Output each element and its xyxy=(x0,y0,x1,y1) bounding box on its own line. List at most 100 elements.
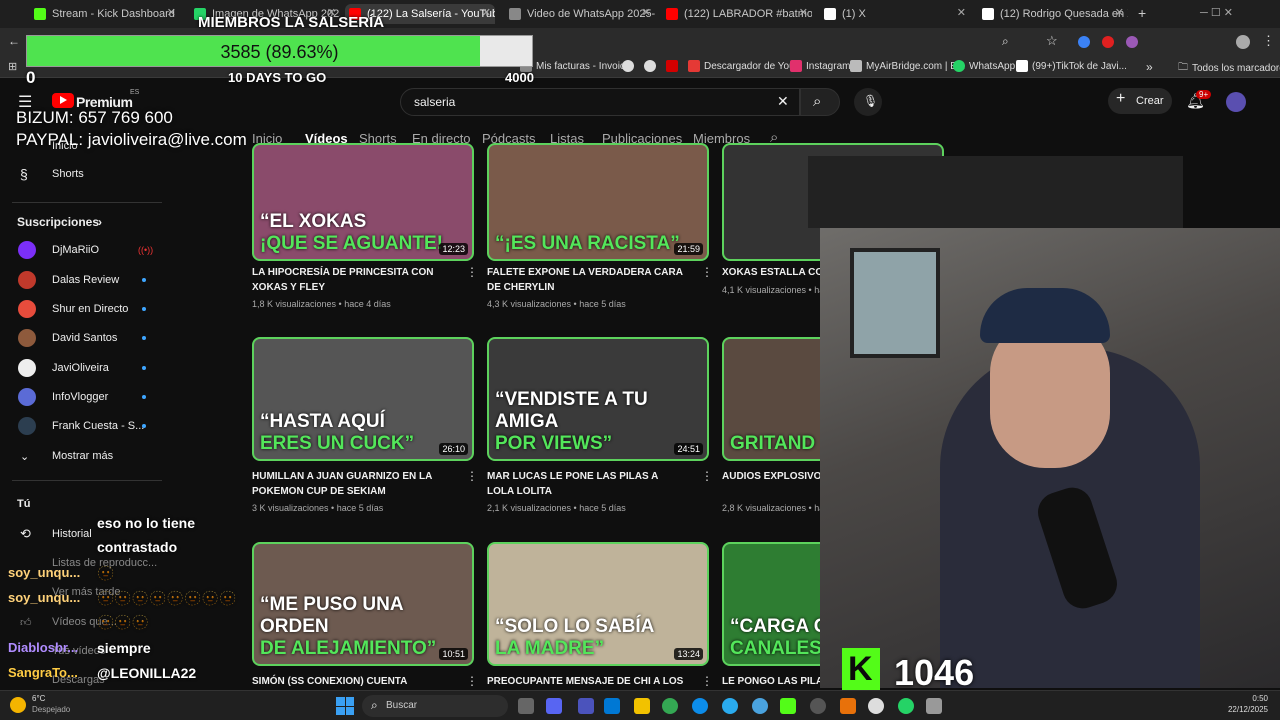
star-icon[interactable]: ☆ xyxy=(1046,33,1058,49)
create-button[interactable]: + Crear xyxy=(1108,88,1172,114)
weather-icon[interactable] xyxy=(10,697,26,713)
weather-desc: Despejado xyxy=(32,705,71,714)
taskbar-search[interactable]: ⌕ Buscar xyxy=(362,695,508,717)
new-content-dot xyxy=(142,395,146,399)
video-thumbnail[interactable]: “¡ES UNA RACISTA” 21:59 xyxy=(487,143,709,261)
video-meta: 4,3 K visualizaciones • hace 5 días xyxy=(487,299,626,309)
whatsapp-icon[interactable] xyxy=(898,698,914,714)
video-thumbnail[interactable]: “SOLO LO SABÍA LA MADRE” 13:24 xyxy=(487,542,709,666)
kick-icon xyxy=(34,8,46,20)
chrome-icon[interactable] xyxy=(662,698,678,714)
video-title[interactable]: MAR LUCAS LE PONE LAS PILAS A LOLA LOLIT… xyxy=(487,469,687,499)
youtube-logo-icon[interactable] xyxy=(52,93,74,108)
more-actions-icon[interactable]: ⋮ xyxy=(701,469,713,483)
browser-tab[interactable]: (122) LABRADOR #batmowli C✕ xyxy=(662,4,812,24)
close-icon[interactable]: ✕ xyxy=(642,6,651,19)
edge-icon[interactable] xyxy=(692,698,708,714)
clock-time: 0:50 xyxy=(1252,694,1268,703)
sidebar-you-header[interactable]: Tú xyxy=(0,490,170,518)
bookmark[interactable]: (99+)TikTok de Javi... xyxy=(1016,60,1127,72)
bookmark[interactable] xyxy=(644,60,656,72)
video-duration: 13:24 xyxy=(674,648,703,660)
browser-tab[interactable]: Stream - Kick Dashboard ✕ xyxy=(30,4,180,24)
thumbnail-caption: LA MADRE” xyxy=(495,638,605,659)
apps-icon[interactable]: ⊞ xyxy=(8,60,17,73)
app-icon[interactable] xyxy=(840,698,856,714)
browser-tab[interactable]: (12) Rodrigo Quesada en X: "P✕ xyxy=(978,4,1128,24)
more-actions-icon[interactable]: ⋮ xyxy=(466,674,478,688)
app-icon[interactable] xyxy=(926,698,942,714)
video-title[interactable]: LA HIPOCRESÍA DE PRINCESITA CON XOKAS Y … xyxy=(252,265,452,295)
bookmark[interactable] xyxy=(666,60,678,72)
browser-tab[interactable]: Video de WhatsApp 2025-12-1✕ xyxy=(505,4,655,24)
sidebar-item-javioliveira[interactable]: JaviOliveira xyxy=(0,354,170,382)
menu-icon[interactable]: ⋮ xyxy=(1262,33,1275,49)
sidebar-item-shorts[interactable]: § Shorts xyxy=(0,160,170,188)
globe-icon[interactable] xyxy=(752,698,768,714)
extension-icon[interactable] xyxy=(1126,36,1138,48)
video-title[interactable]: FALETE EXPONE LA VERDADERA CARA DE CHERY… xyxy=(487,265,687,295)
bookmark[interactable]: MyAirBridge.com | E... xyxy=(850,60,965,72)
avatar[interactable] xyxy=(1226,92,1246,112)
zoom-icon[interactable]: ⌕ xyxy=(1002,34,1009,49)
close-icon[interactable]: ✕ xyxy=(799,6,808,19)
more-actions-icon[interactable]: ⋮ xyxy=(466,469,478,483)
sidebar-subs-header[interactable]: Suscripciones › xyxy=(0,208,170,236)
video-thumbnail[interactable]: “HASTA AQUÍ ERES UN CUCK” 26:10 xyxy=(252,337,474,461)
more-actions-icon[interactable]: ⋮ xyxy=(701,265,713,279)
sidebar-item-infovlogger[interactable]: InfoVlogger xyxy=(0,383,170,411)
profile-avatar[interactable] xyxy=(1236,35,1250,49)
close-icon[interactable]: ✕ xyxy=(957,6,966,19)
task-view-icon[interactable] xyxy=(518,698,534,714)
bookmarks-more[interactable]: » xyxy=(1146,60,1153,74)
sidebar-item-shur-en-directo[interactable]: Shur en Directo xyxy=(0,295,170,323)
more-actions-icon[interactable]: ⋮ xyxy=(466,265,478,279)
notification-badge: 9+ xyxy=(1196,90,1212,99)
search-input[interactable]: salseria ✕ xyxy=(400,88,800,116)
sidebar-item-dalas-review[interactable]: Dalas Review xyxy=(0,266,170,294)
close-icon[interactable]: ✕ xyxy=(482,6,491,19)
app-icon[interactable] xyxy=(868,698,884,714)
close-icon[interactable]: ✕ xyxy=(167,6,176,19)
telegram-icon[interactable] xyxy=(722,698,738,714)
mail-icon[interactable] xyxy=(604,698,620,714)
thumbnail-caption: ¡QUE SE AGUANTE! xyxy=(260,233,443,254)
bookmark[interactable]: Mis facturas - Invoic... xyxy=(520,60,633,72)
browser-tab[interactable]: (1) X ✕ xyxy=(820,4,970,24)
video-title[interactable]: HUMILLAN A JUAN GUARNIZO EN LA POKEMON C… xyxy=(252,469,452,499)
back-icon[interactable]: ← xyxy=(8,34,20,48)
kick-icon[interactable] xyxy=(780,698,796,714)
show-more-button[interactable]: ⌄ Mostrar más xyxy=(0,442,170,470)
teams-icon[interactable] xyxy=(578,698,594,714)
window-controls[interactable]: ─ ☐ ✕ xyxy=(1200,6,1233,19)
voice-search-button[interactable]: 🎙︎ xyxy=(854,88,882,116)
extension-icon[interactable] xyxy=(1078,36,1090,48)
clock-date: 22/12/2025 xyxy=(1227,705,1268,714)
more-actions-icon[interactable]: ⋮ xyxy=(701,674,713,688)
sidebar-item-djmariio[interactable]: DjMaRiiO ((•)) xyxy=(0,236,170,264)
weather-temp: 6°C xyxy=(32,694,46,703)
all-bookmarks[interactable]: 🗀Todos los marcadores xyxy=(1178,60,1280,77)
video-thumbnail[interactable]: “EL XOKAS ¡QUE SE AGUANTE! 12:23 xyxy=(252,143,474,261)
close-icon[interactable]: ✕ xyxy=(1115,6,1124,19)
folder-icon[interactable] xyxy=(634,698,650,714)
sidebar-item-david-santos[interactable]: David Santos xyxy=(0,324,170,352)
extension-icon[interactable] xyxy=(1102,36,1114,48)
video-thumbnail[interactable]: “VENDISTE A TU AMIGA POR VIEWS” 24:51 xyxy=(487,337,709,461)
sidebar-item-frank-cuesta[interactable]: Frank Cuesta - S... xyxy=(0,412,170,440)
bookmark[interactable]: Descargador de You... xyxy=(688,60,803,72)
thumbnail-caption: DE ALEJAMIENTO” xyxy=(260,638,437,659)
discord-icon[interactable] xyxy=(546,698,562,714)
clear-icon[interactable]: ✕ xyxy=(777,93,789,110)
search-button[interactable]: ⌕ xyxy=(800,88,840,116)
bookmark[interactable]: WhatsApp xyxy=(953,60,1015,72)
bookmark[interactable]: Instagram xyxy=(790,60,850,72)
video-thumbnail[interactable]: “ME PUSO UNA ORDEN DE ALEJAMIENTO” 10:51 xyxy=(252,542,474,666)
chat-username: soy_unqu... xyxy=(8,590,81,605)
new-tab-button[interactable]: + xyxy=(1138,5,1146,21)
avatar xyxy=(18,417,36,435)
windows-start-icon[interactable] xyxy=(336,697,354,715)
video-title[interactable]: PREOCUPANTE MENSAJE DE CHI A LOS xyxy=(487,674,687,689)
obs-icon[interactable] xyxy=(810,698,826,714)
bookmark[interactable] xyxy=(622,60,634,72)
